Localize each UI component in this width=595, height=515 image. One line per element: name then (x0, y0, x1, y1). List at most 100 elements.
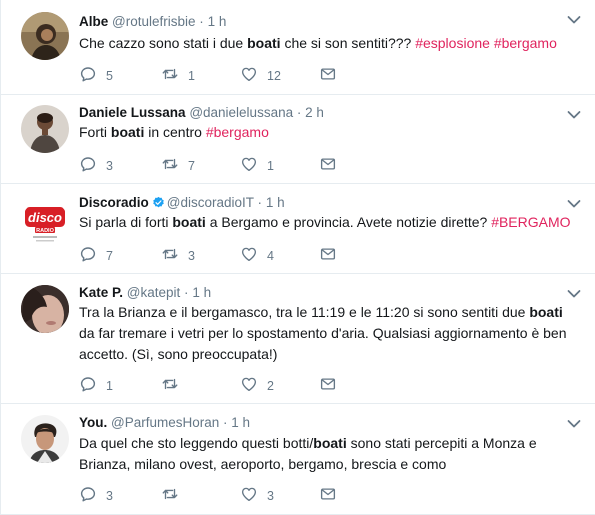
retweet-icon (161, 375, 179, 398)
timestamp[interactable]: 1 h (208, 14, 227, 29)
author-handle[interactable]: @katepit (127, 285, 180, 300)
direct-message-icon (319, 65, 337, 88)
author-name[interactable]: Albe (79, 14, 108, 29)
chevron-down-icon[interactable] (567, 416, 581, 428)
avatar-daniele[interactable] (21, 105, 69, 153)
timestamp[interactable]: 1 h (192, 285, 211, 300)
text-segment: a Bergamo e provincia. Avete notizie dir… (205, 214, 492, 230)
tweet-actions: 12 (79, 376, 379, 396)
tweet-text: Si parla di forti boati a Bergamo e prov… (79, 212, 579, 233)
author-name[interactable]: Discoradio (79, 195, 149, 210)
reply-button[interactable]: 3 (79, 156, 113, 176)
reply-button[interactable]: 3 (79, 486, 113, 506)
direct-message-button[interactable] (319, 486, 337, 506)
avatar-kate[interactable] (21, 285, 69, 333)
text-segment: Tra la Brianza e il bergamasco, tra le 1… (79, 304, 530, 320)
chevron-down-icon[interactable] (567, 196, 581, 208)
reply-button[interactable]: 1 (79, 376, 113, 396)
tweet-text: Che cazzo sono stati i due boati che si … (79, 33, 579, 54)
keyword-highlight: boati (247, 35, 281, 51)
retweet-icon (161, 65, 179, 88)
direct-message-icon (319, 375, 337, 398)
likes-count: 3 (267, 489, 274, 503)
timestamp[interactable]: 2 h (305, 105, 324, 120)
direct-message-button[interactable] (319, 246, 337, 266)
author-name[interactable]: Daniele Lussana (79, 105, 186, 120)
reply-icon (79, 375, 97, 398)
text-segment: da far tremare i vetri per lo spostament… (79, 325, 567, 362)
tweet-header: Discoradio @discoradioIT · 1 h (79, 195, 285, 210)
retweet-button[interactable]: 1 (161, 66, 195, 86)
tweet-header: Albe @rotulefrisbie · 1 h (79, 14, 226, 29)
separator-dot: · (199, 14, 204, 29)
separator-dot: · (184, 285, 189, 300)
reply-icon (79, 155, 97, 178)
like-button[interactable]: 1 (240, 156, 274, 176)
author-handle[interactable]: @danielelussana (189, 105, 293, 120)
keyword-highlight: boati (172, 214, 206, 230)
tweet[interactable]: Albe @rotulefrisbie · 1 h Che cazzo sono … (1, 0, 595, 95)
chevron-down-icon[interactable] (567, 286, 581, 298)
retweet-button[interactable] (161, 486, 188, 506)
hashtag-link[interactable]: #bergamo (494, 35, 557, 51)
like-button[interactable]: 4 (240, 246, 274, 266)
like-button[interactable]: 3 (240, 486, 274, 506)
text-segment: Si parla di forti (79, 214, 173, 230)
tweet-text: Tra la Brianza e il bergamasco, tra le 1… (79, 302, 575, 365)
timestamp[interactable]: 1 h (231, 415, 250, 430)
tweet-text: Da quel che sto leggendo questi botti/bo… (79, 433, 549, 475)
retweet-button[interactable] (161, 376, 188, 396)
retweet-icon (161, 155, 179, 178)
reply-icon (79, 485, 97, 508)
tweet[interactable]: Daniele Lussana @danielelussana · 2 h For… (1, 95, 595, 184)
retweets-count: 3 (188, 249, 195, 263)
likes-count: 4 (267, 249, 274, 263)
tweet-actions: 3 7 1 (79, 156, 379, 176)
like-icon (240, 155, 258, 178)
keyword-highlight: boati (529, 304, 563, 320)
hashtag-link[interactable]: #BERGAMO (491, 214, 570, 230)
retweet-button[interactable]: 7 (161, 156, 195, 176)
hashtag-link[interactable]: #bergamo (206, 124, 269, 140)
reply-button[interactable]: 7 (79, 246, 113, 266)
direct-message-button[interactable] (319, 66, 337, 86)
timestamp[interactable]: 1 h (266, 195, 285, 210)
author-handle[interactable]: @ParfumesHoran (111, 415, 219, 430)
reply-button[interactable]: 5 (79, 66, 113, 86)
direct-message-icon (319, 485, 337, 508)
separator-dot: · (257, 195, 263, 210)
direct-message-button[interactable] (319, 376, 337, 396)
avatar-albe[interactable] (21, 12, 69, 60)
tweet-actions: 33 (79, 486, 379, 506)
tweet[interactable]: Kate P. @katepit · 1 h Tra la Brianza e i… (1, 274, 595, 404)
avatar-discoradio[interactable]: disco RADIO (21, 200, 69, 248)
tweet-header: You. @ParfumesHoran · 1 h (79, 415, 250, 430)
author-name[interactable]: Kate P. (79, 285, 123, 300)
author-handle[interactable]: @discoradioIT (167, 195, 254, 210)
like-icon (240, 245, 258, 268)
replies-count: 3 (106, 159, 113, 173)
author-handle[interactable]: @rotulefrisbie (112, 14, 196, 29)
direct-message-icon (319, 245, 337, 268)
chevron-down-icon[interactable] (567, 12, 581, 24)
retweets-count: 7 (188, 159, 195, 173)
likes-count: 1 (267, 159, 274, 173)
like-button[interactable]: 2 (240, 376, 274, 396)
retweet-button[interactable]: 3 (161, 246, 195, 266)
like-button[interactable]: 12 (240, 66, 281, 86)
keyword-highlight: boati (313, 435, 347, 451)
direct-message-button[interactable] (319, 156, 337, 176)
tweet[interactable]: disco RADIO Discoradio @discoradioIT · 1 h S… (1, 184, 595, 274)
replies-count: 3 (106, 489, 113, 503)
reply-icon (79, 245, 97, 268)
avatar-you[interactable] (21, 415, 69, 463)
text-segment: che si son sentiti??? (280, 35, 416, 51)
tweet-actions: 5 1 12 (79, 66, 379, 86)
tweet-actions: 7 3 4 (79, 246, 379, 266)
tweet[interactable]: You. @ParfumesHoran · 1 h Da quel che sto… (1, 404, 595, 515)
replies-count: 5 (106, 69, 113, 83)
author-name[interactable]: You. (79, 415, 107, 430)
keyword-highlight: boati (110, 124, 145, 140)
chevron-down-icon[interactable] (567, 107, 581, 119)
hashtag-link[interactable]: #esplosione (415, 35, 490, 51)
